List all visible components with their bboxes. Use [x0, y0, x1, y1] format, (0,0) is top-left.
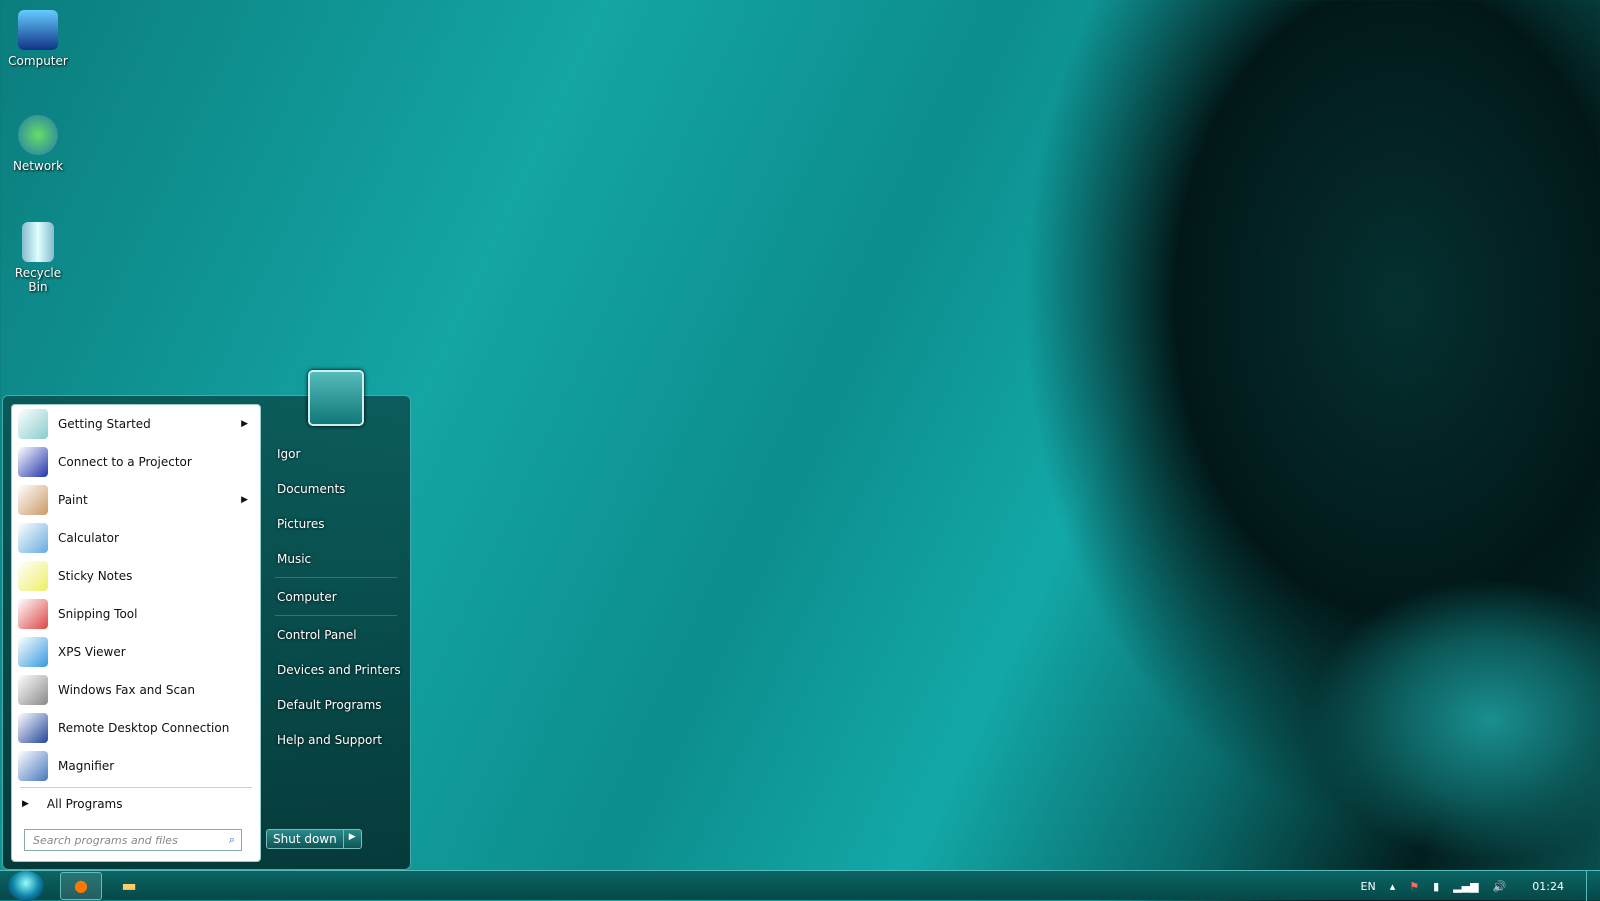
network-signal-icon[interactable]: ▂▄▆ — [1453, 880, 1478, 893]
program-icon — [18, 561, 48, 591]
program-label: Magnifier — [58, 759, 115, 773]
search-input[interactable]: Search programs and files ⌕ — [24, 829, 242, 851]
show-desktop-button[interactable] — [1586, 871, 1600, 901]
program-icon — [18, 751, 48, 781]
program-item[interactable]: Remote Desktop Connection — [12, 709, 260, 747]
program-label: Connect to a Projector — [58, 455, 192, 469]
program-icon — [18, 523, 48, 553]
system-tray: EN ▴ ⚑ ▮ ▂▄▆ 🔊 01:24 — [1361, 871, 1564, 901]
all-programs-label: All Programs — [46, 797, 123, 811]
program-icon — [18, 447, 48, 477]
all-programs-button[interactable]: ▶ All Programs — [12, 790, 260, 818]
program-label: Snipping Tool — [58, 607, 138, 621]
divider — [20, 787, 252, 788]
places-item[interactable]: Igor — [269, 436, 403, 471]
firefox-icon: ● — [74, 876, 88, 895]
desktop-icon-network[interactable]: Network — [4, 115, 72, 173]
desktop-icon-label: Recycle Bin — [14, 266, 62, 294]
program-item[interactable]: XPS Viewer — [12, 633, 260, 671]
desktop-icon-computer[interactable]: Computer — [4, 10, 72, 68]
shutdown-options-arrow-icon[interactable]: ▶ — [342, 830, 361, 848]
desktop-icon-label: Computer — [8, 54, 68, 68]
start-button[interactable] — [8, 870, 44, 901]
program-label: Getting Started — [58, 417, 151, 431]
firefox-taskbar-button[interactable]: ● — [60, 871, 102, 900]
search-placeholder: Search programs and files — [33, 833, 178, 847]
program-item[interactable]: Magnifier — [12, 747, 260, 785]
places-item[interactable]: Computer — [269, 579, 403, 614]
folder-icon: ▬ — [121, 876, 137, 895]
power-icon[interactable]: ▮ — [1433, 880, 1439, 893]
explorer-taskbar-button[interactable]: ▬ — [108, 872, 150, 900]
volume-icon[interactable]: 🔊 — [1493, 880, 1507, 893]
program-item[interactable]: Snipping Tool — [12, 595, 260, 633]
chevron-right-icon: ▶ — [22, 799, 29, 809]
network-icon — [18, 115, 58, 155]
start-menu: Getting Started ▶ Connect to a Projector Pa… — [2, 395, 411, 870]
submenu-arrow-icon[interactable]: ▶ — [241, 495, 248, 505]
computer-icon — [18, 10, 58, 50]
action-center-flag-icon[interactable]: ⚑ — [1409, 880, 1419, 893]
program-label: Paint — [58, 493, 88, 507]
program-icon — [18, 637, 48, 667]
program-label: Calculator — [58, 531, 119, 545]
program-icon — [18, 599, 48, 629]
search-icon: ⌕ — [228, 833, 235, 846]
program-icon — [18, 485, 48, 515]
places-item[interactable]: Control Panel — [269, 617, 403, 652]
divider — [275, 615, 397, 616]
places-item[interactable]: Music — [269, 541, 403, 576]
program-icon — [18, 713, 48, 743]
program-label: Remote Desktop Connection — [58, 721, 230, 735]
program-label: XPS Viewer — [58, 645, 126, 659]
language-indicator[interactable]: EN — [1361, 880, 1376, 893]
program-icon — [18, 409, 48, 439]
places-pane: Igor Documents Pictures Music Computer Contro… — [269, 436, 403, 757]
shutdown-button[interactable]: Shut down — [267, 830, 343, 848]
programs-pane: Getting Started ▶ Connect to a Projector Pa… — [11, 404, 261, 862]
program-item[interactable]: Paint ▶ — [12, 481, 260, 519]
desktop-icon-recycle-bin[interactable]: Recycle Bin — [4, 222, 72, 294]
program-label: Windows Fax and Scan — [58, 683, 196, 697]
taskbar: ● ▬ EN ▴ ⚑ ▮ ▂▄▆ 🔊 01:24 — [0, 870, 1600, 901]
program-item[interactable]: Windows Fax and Scan — [12, 671, 260, 709]
places-item[interactable]: Help and Support — [269, 722, 403, 757]
program-item[interactable]: Sticky Notes — [12, 557, 260, 595]
show-hidden-icons-icon[interactable]: ▴ — [1390, 880, 1396, 893]
submenu-arrow-icon[interactable]: ▶ — [241, 419, 248, 429]
divider — [275, 577, 397, 578]
desktop-icon-label: Network — [12, 159, 64, 173]
user-avatar[interactable] — [308, 370, 364, 426]
places-item[interactable]: Documents — [269, 471, 403, 506]
places-item[interactable]: Pictures — [269, 506, 403, 541]
program-item[interactable]: Getting Started ▶ — [12, 405, 260, 443]
recycle-bin-icon — [22, 222, 54, 262]
shutdown-button-group: Shut down ▶ — [266, 829, 362, 849]
places-item[interactable]: Devices and Printers — [269, 652, 403, 687]
program-item[interactable]: Calculator — [12, 519, 260, 557]
program-icon — [18, 675, 48, 705]
program-item[interactable]: Connect to a Projector — [12, 443, 260, 481]
clock[interactable]: 01:24 — [1532, 880, 1564, 893]
program-label: Sticky Notes — [58, 569, 133, 583]
places-item[interactable]: Default Programs — [269, 687, 403, 722]
